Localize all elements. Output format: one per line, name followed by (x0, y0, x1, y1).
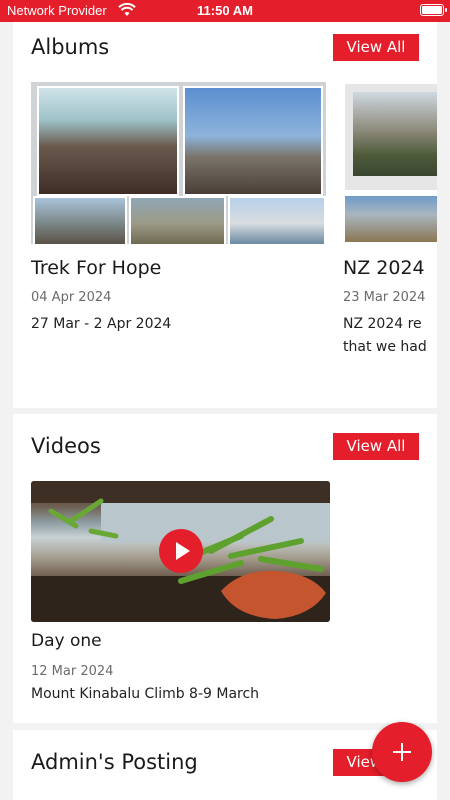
album-collage (343, 82, 437, 244)
album-card-nz-2024[interactable]: NZ 2024 23 Mar 2024 NZ 2024 re that we h… (343, 82, 437, 359)
album-photo-group-outdoor (353, 92, 437, 176)
album-card-trek-for-hope[interactable]: Trek For Hope 04 Apr 2024 27 Mar - 2 Apr… (31, 82, 326, 336)
album-photo-hike (343, 194, 437, 244)
album-photo-sign (33, 196, 127, 244)
album-title: NZ 2024 (343, 257, 425, 279)
album-title: Trek For Hope (31, 257, 162, 279)
albums-section: Albums View All Trek For Hope 04 Apr 202… (13, 22, 437, 408)
album-description: 27 Mar - 2 Apr 2024 (31, 316, 172, 332)
clock: 11:50 AM (197, 3, 253, 18)
album-photo-signpost (129, 196, 226, 244)
status-bar: Network Provider 11:50 AM (0, 0, 450, 22)
album-description: NZ 2024 re that we had (343, 313, 437, 359)
video-title: Day one (31, 631, 102, 651)
video-description: Mount Kinabalu Climb 8-9 March (31, 686, 260, 702)
plus-icon[interactable] (372, 722, 432, 782)
albums-view-all-button[interactable]: View All (333, 34, 419, 61)
battery-icon (420, 4, 447, 16)
videos-title: Videos (31, 434, 101, 458)
play-icon[interactable] (159, 529, 203, 573)
video-thumbnail[interactable] (31, 481, 330, 622)
album-photo-frame (343, 82, 437, 192)
album-date: 04 Apr 2024 (31, 290, 112, 305)
album-collage (31, 82, 326, 244)
album-photo-building (183, 86, 323, 196)
album-photo-school (228, 196, 326, 244)
albums-title: Albums (31, 35, 110, 59)
video-date: 12 Mar 2024 (31, 664, 114, 679)
videos-section: Videos View All Day one 12 Mar 2024 Moun… (13, 414, 437, 723)
album-photo-group-crowd (37, 86, 179, 196)
videos-view-all-button[interactable]: View All (333, 433, 419, 460)
admin-posting-title: Admin's Posting (31, 750, 198, 774)
album-description-line: that we had (343, 339, 427, 355)
album-description-line: NZ 2024 re (343, 316, 422, 332)
album-date: 23 Mar 2024 (343, 290, 426, 305)
